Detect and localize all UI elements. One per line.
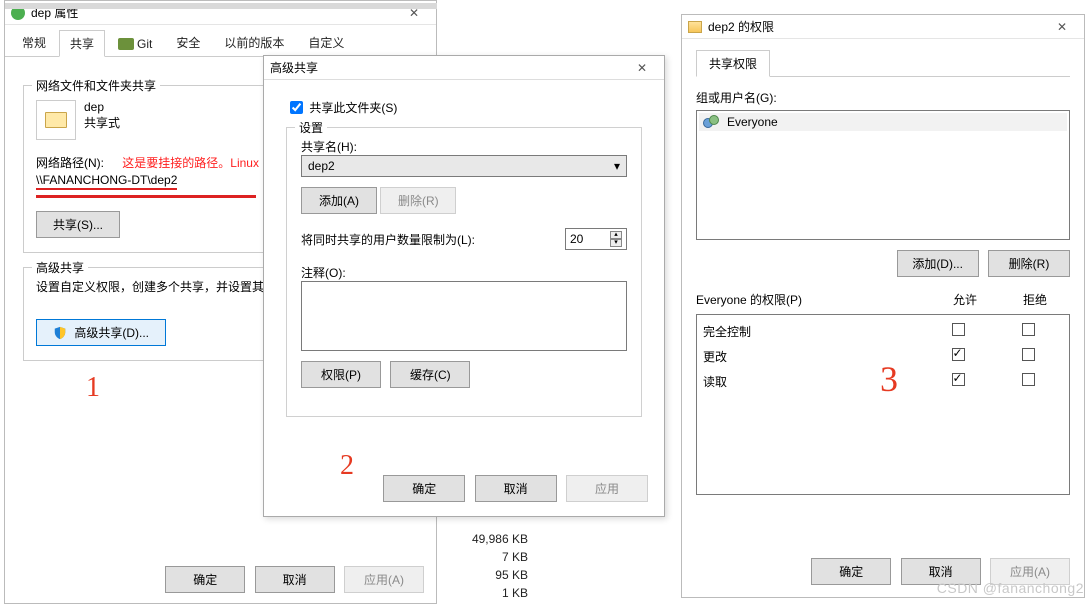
folder-icon <box>688 21 702 33</box>
close-icon[interactable]: ✕ <box>1046 20 1078 34</box>
permissions-dialog: dep2 的权限 ✕ 共享权限 组或用户名(G): Everyone 添加(D)… <box>681 14 1085 598</box>
delete-button[interactable]: 删除(R) <box>380 187 456 214</box>
add-button[interactable]: 添加(A) <box>301 187 377 214</box>
apply-button[interactable]: 应用(A) <box>344 566 424 593</box>
table-row: 完全控制 <box>697 319 1069 344</box>
shield-icon <box>53 326 67 340</box>
share-button[interactable]: 共享(S)... <box>36 211 120 238</box>
col-deny: 拒绝 <box>1000 291 1070 308</box>
share-folder-checkbox-label[interactable]: 共享此文件夹(S) <box>286 101 397 115</box>
limit-label: 将同时共享的用户数量限制为(L): <box>301 231 475 248</box>
ok-button[interactable]: 确定 <box>165 566 245 593</box>
folder-icon <box>36 100 76 140</box>
cancel-button[interactable]: 取消 <box>255 566 335 593</box>
allow-checkbox[interactable] <box>952 373 965 386</box>
title-text: 高级共享 <box>270 59 318 76</box>
watermark: CSDN @fananchong2 <box>937 580 1084 596</box>
delete-button[interactable]: 删除(R) <box>988 250 1070 277</box>
netpath-label: 网络路径(N): <box>36 154 104 171</box>
table-row: 读取 <box>697 369 1069 394</box>
permissions-button[interactable]: 权限(P) <box>301 361 381 388</box>
bg-file-sizes: 49,986 KB 7 KB 95 KB 1 KB <box>438 530 528 602</box>
deny-checkbox[interactable] <box>1022 323 1035 336</box>
settings-title: 设置 <box>295 119 327 136</box>
tab-general[interactable]: 常规 <box>11 29 57 56</box>
list-item[interactable]: Everyone <box>699 113 1067 131</box>
title-text: dep2 的权限 <box>708 18 774 35</box>
spin-up-icon[interactable]: ▴ <box>610 231 622 239</box>
tab-share-perm[interactable]: 共享权限 <box>696 50 770 77</box>
folder-status: 共享式 <box>84 114 120 131</box>
allow-checkbox[interactable] <box>952 348 965 361</box>
tab-previous[interactable]: 以前的版本 <box>213 29 295 56</box>
git-icon <box>118 38 134 50</box>
titlebar[interactable]: 高级共享 ✕ <box>264 56 664 80</box>
tab-custom[interactable]: 自定义 <box>297 29 355 56</box>
netpath-value: \\FANANCHONG-DT\dep2 <box>36 173 177 190</box>
cancel-button[interactable]: 取消 <box>475 475 557 502</box>
limit-spinner[interactable]: 20 ▴▾ <box>565 228 627 250</box>
folder-name: dep <box>84 100 120 114</box>
apply-button[interactable]: 应用 <box>566 475 648 502</box>
tab-strip: 常规 共享 Git 安全 以前的版本 自定义 <box>5 25 436 57</box>
user-listbox[interactable]: Everyone <box>696 110 1070 240</box>
table-row: 更改 <box>697 344 1069 369</box>
sharename-label: 共享名(H): <box>301 138 627 155</box>
tab-share[interactable]: 共享 <box>59 30 105 57</box>
perm-label: Everyone 的权限(P) <box>696 291 930 308</box>
tab-strip: 共享权限 <box>696 49 1070 77</box>
tab-security[interactable]: 安全 <box>165 29 211 56</box>
permissions-table: 完全控制 更改 读取 <box>696 314 1070 495</box>
red-underline-annotation <box>36 194 256 198</box>
settings-fieldset: 设置 共享名(H): dep2▾ 添加(A) 删除(R) 将同时共享的用户数量限… <box>286 127 642 417</box>
deny-checkbox[interactable] <box>1022 348 1035 361</box>
group-title-adv: 高级共享 <box>32 259 88 276</box>
note-textarea[interactable] <box>301 281 627 351</box>
allow-checkbox[interactable] <box>952 323 965 336</box>
advanced-share-button[interactable]: 高级共享(D)... <box>36 319 166 346</box>
advanced-share-dialog: 高级共享 ✕ 共享此文件夹(S) 设置 共享名(H): dep2▾ 添加(A) … <box>263 55 665 517</box>
cache-button[interactable]: 缓存(C) <box>390 361 470 388</box>
close-icon[interactable]: ✕ <box>626 61 658 75</box>
ok-button[interactable]: 确定 <box>383 475 465 502</box>
add-button[interactable]: 添加(D)... <box>897 250 979 277</box>
users-icon <box>703 115 721 129</box>
spin-down-icon[interactable]: ▾ <box>610 239 622 247</box>
share-folder-checkbox[interactable] <box>290 101 303 114</box>
note-label: 注释(O): <box>301 264 627 281</box>
tab-git[interactable]: Git <box>107 32 163 56</box>
chevron-down-icon: ▾ <box>614 159 620 173</box>
col-allow: 允许 <box>930 291 1000 308</box>
ok-button[interactable]: 确定 <box>811 558 891 585</box>
group-title: 网络文件和文件夹共享 <box>32 77 160 94</box>
deny-checkbox[interactable] <box>1022 373 1035 386</box>
group-or-user-label: 组或用户名(G): <box>696 89 1070 106</box>
titlebar[interactable]: dep2 的权限 ✕ <box>682 15 1084 39</box>
sharename-select[interactable]: dep2▾ <box>301 155 627 177</box>
